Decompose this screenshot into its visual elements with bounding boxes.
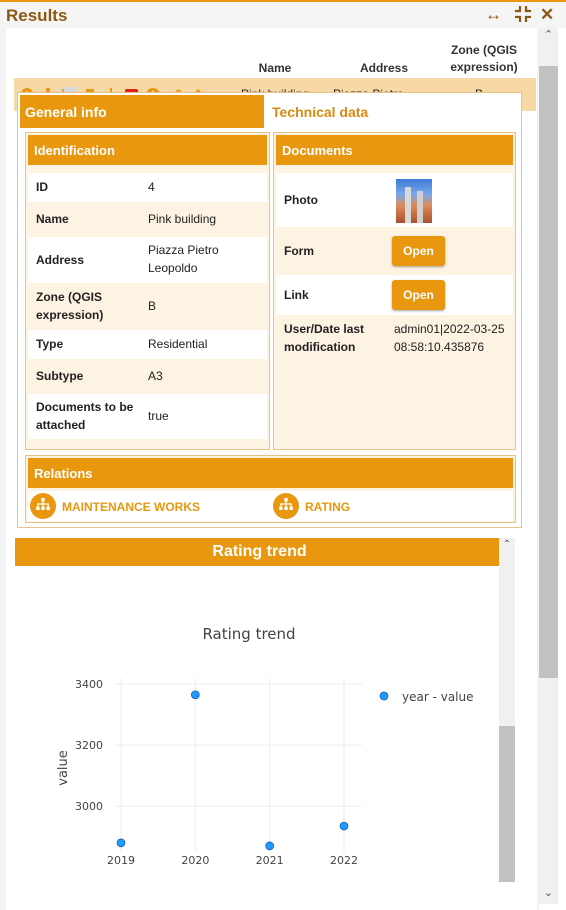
form-open-button[interactable]: Open	[392, 236, 445, 266]
x-tick-label: 2021	[256, 854, 284, 867]
field-label-line2: attached	[36, 418, 86, 432]
field-label: Form	[284, 244, 314, 258]
identification-group: Identification ID 4 Name Pink building A…	[25, 132, 270, 450]
field-label: Subtype	[36, 369, 84, 383]
field-label: Photo	[284, 193, 318, 207]
field-link: Link Open	[276, 275, 513, 315]
y-tick-label: 3400	[75, 678, 103, 691]
scrollbar-thumb[interactable]	[539, 66, 558, 678]
field-subtype: Subtype A3	[28, 359, 267, 394]
scrollbar-thumb[interactable]	[499, 726, 515, 882]
field-value-line2: 08:58:10.435876	[394, 340, 485, 354]
scroll-up-icon[interactable]: ⌃	[499, 538, 515, 552]
documents-group: Documents Photo Form Open Link Open User…	[273, 132, 516, 450]
field-label: Link	[284, 288, 309, 302]
field-label-line2: modification	[284, 340, 356, 354]
tab-technical-data[interactable]: Technical data	[270, 95, 510, 128]
data-point	[116, 838, 126, 848]
field-value: A3	[148, 369, 163, 383]
field-documents-attached: Documents to be attached true	[28, 394, 267, 439]
field-address: Address Piazza Pietro Leopoldo	[28, 237, 267, 283]
field-label: Zone (QGIS	[36, 290, 102, 304]
field-value: true	[148, 409, 169, 423]
y-axis-label: value	[56, 750, 71, 786]
field-last-modification: User/Date last modification admin01|2022…	[276, 315, 513, 363]
scroll-down-icon[interactable]: ⌄	[539, 886, 558, 900]
collapse-icon[interactable]	[514, 5, 532, 28]
tab-general-info[interactable]: General info	[20, 95, 264, 128]
legend-label[interactable]: year - value	[402, 690, 474, 704]
legend-marker	[379, 691, 389, 701]
field-id: ID 4	[28, 173, 267, 202]
field-value: 4	[148, 180, 155, 194]
x-tick-label: 2020	[181, 854, 209, 867]
field-value: Residential	[148, 337, 208, 351]
column-name[interactable]: Name	[245, 60, 305, 77]
x-tick-label: 2019	[107, 854, 135, 867]
chart-title: Rating trend	[202, 625, 295, 643]
field-value: admin01|2022-03-25	[394, 322, 505, 336]
field-zone: Zone (QGIS expression) B	[28, 283, 267, 330]
photo-thumbnail[interactable]	[396, 179, 432, 223]
data-point	[265, 841, 275, 851]
identification-header: Identification	[28, 135, 267, 165]
relations-group: Relations MAINTENANCE WORKS RATING	[25, 455, 516, 523]
data-point	[339, 821, 349, 831]
field-label: Type	[36, 337, 64, 351]
data-point	[190, 690, 200, 700]
field-value: Pink building	[148, 212, 217, 226]
relation-rating[interactable]: RATING	[271, 491, 511, 521]
chart-scrollbar[interactable]: ⌃	[499, 538, 515, 882]
relation-label: MAINTENANCE WORKS	[62, 500, 200, 514]
relations-icon	[273, 493, 299, 519]
chart-area: Rating trend 2019 2020 2021 2022 3000 3200 340…	[15, 566, 499, 902]
column-address[interactable]: Address	[344, 60, 424, 77]
field-label: User/Date last	[284, 322, 365, 336]
field-label-line2: expression)	[36, 308, 104, 322]
relations-list: MAINTENANCE WORKS RATING	[28, 491, 513, 521]
scatter-chart: Rating trend 2019 2020 2021 2022 3000 3200 340…	[56, 625, 474, 902]
x-tick-label: 2022	[330, 854, 358, 867]
relations-header: Relations	[28, 458, 513, 488]
scroll-up-icon[interactable]: ⌃	[539, 28, 558, 42]
y-tick-label: 3200	[75, 739, 103, 752]
field-value: B	[148, 299, 157, 313]
field-value: Piazza Pietro	[148, 243, 219, 257]
field-form: Form Open	[276, 227, 513, 275]
panel-title: Results	[6, 6, 68, 25]
field-label: Address	[36, 253, 85, 267]
link-open-button[interactable]: Open	[392, 280, 445, 310]
main-scrollbar[interactable]: ⌃ ⌄	[539, 28, 558, 904]
relations-icon	[30, 493, 56, 519]
detail-card: General info Technical data Identificati…	[17, 92, 522, 528]
results-table-header: Name Address Zone (QGIS expression)	[14, 40, 536, 78]
documents-header: Documents	[276, 135, 513, 165]
resize-icon[interactable]: ↔	[485, 5, 502, 25]
field-label: Name	[36, 212, 69, 226]
relation-maintenance-works[interactable]: MAINTENANCE WORKS	[28, 491, 268, 521]
chart-grid	[115, 678, 362, 852]
column-zone-line2[interactable]: expression)	[434, 59, 534, 76]
panel-header: Results ↔ ✕	[0, 0, 566, 28]
chart-ticks: 2019 2020 2021 2022 3000 3200 3400	[75, 678, 358, 867]
field-type: Type Residential	[28, 330, 267, 359]
chart-panel-header: Rating trend	[15, 538, 504, 566]
field-photo: Photo	[276, 173, 513, 227]
y-tick-label: 3000	[75, 800, 103, 813]
field-label: ID	[36, 180, 48, 194]
field-value-line2: Leopoldo	[148, 261, 198, 275]
relation-label: RATING	[305, 500, 351, 514]
field-name: Name Pink building	[28, 202, 267, 237]
chart-points	[116, 690, 349, 851]
close-icon[interactable]: ✕	[540, 5, 554, 25]
column-zone-line1[interactable]: Zone (QGIS	[434, 42, 534, 59]
field-label: Documents to be	[36, 400, 134, 414]
